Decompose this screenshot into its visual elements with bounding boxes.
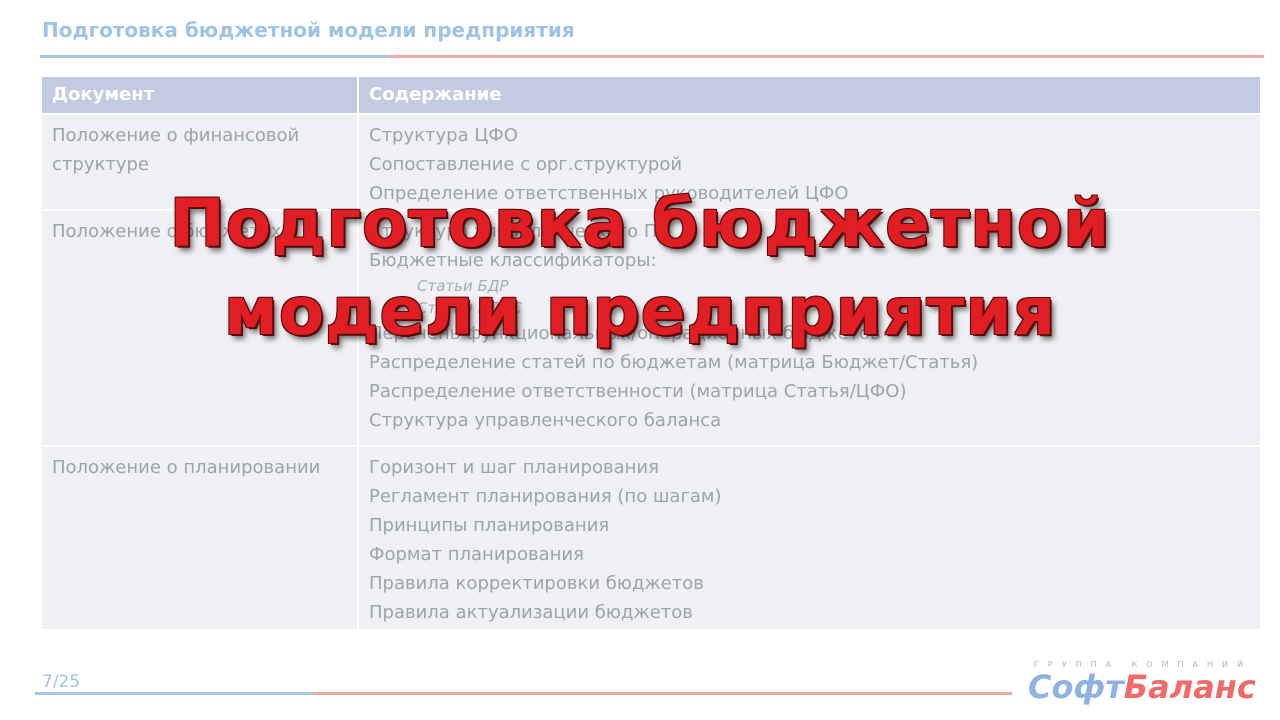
table-row: Положение о планировании Горизонт и шаг … xyxy=(42,445,1260,629)
content-item: Сопоставление с орг.структурой xyxy=(369,154,683,175)
slide-title: Подготовка бюджетной модели предприятия xyxy=(42,18,575,42)
content-item: Принципы планирования xyxy=(369,515,610,536)
content-item: Горизонт и шаг планирования xyxy=(369,457,659,478)
title-underline-blue xyxy=(40,55,388,58)
content-item: Правила корректировки бюджетов xyxy=(369,573,704,594)
content-item: Правила актуализации бюджетов xyxy=(369,602,693,623)
table-header: Документ Содержание xyxy=(42,77,1260,113)
content-item: Структура управленческого баланса xyxy=(369,410,722,431)
logo-part-balans: Баланс xyxy=(1123,668,1256,706)
overlay-title-line-1: Подготовка бюджетной xyxy=(169,185,1111,262)
document-cell: Положение о планировании xyxy=(42,447,359,629)
column-header-content: Содержание xyxy=(369,84,502,105)
page-number: 7/25 xyxy=(42,672,81,692)
document-name-line: структуре xyxy=(52,154,149,175)
content-cell: Горизонт и шаг планирования Регламент пл… xyxy=(359,447,1260,629)
content-item: Регламент планирования (по шагам) xyxy=(369,486,722,507)
column-header-document: Документ xyxy=(42,77,359,113)
logo-part-soft: Софт xyxy=(1028,668,1124,706)
company-logo: СофтБаланс xyxy=(1028,668,1256,706)
document-name-line: Положение о финансовой xyxy=(52,125,300,146)
overlay-title-line-2: модели предприятия xyxy=(223,273,1057,350)
title-underline-red xyxy=(388,55,1264,58)
footer-line-blue xyxy=(35,692,315,695)
document-name-line: Положение о планировании xyxy=(52,457,321,478)
content-item: Структура ЦФО xyxy=(369,125,518,146)
content-item: Распределение ответственности (матрица С… xyxy=(369,381,907,402)
footer-line-red xyxy=(315,692,1012,695)
content-item: Формат планирования xyxy=(369,544,584,565)
